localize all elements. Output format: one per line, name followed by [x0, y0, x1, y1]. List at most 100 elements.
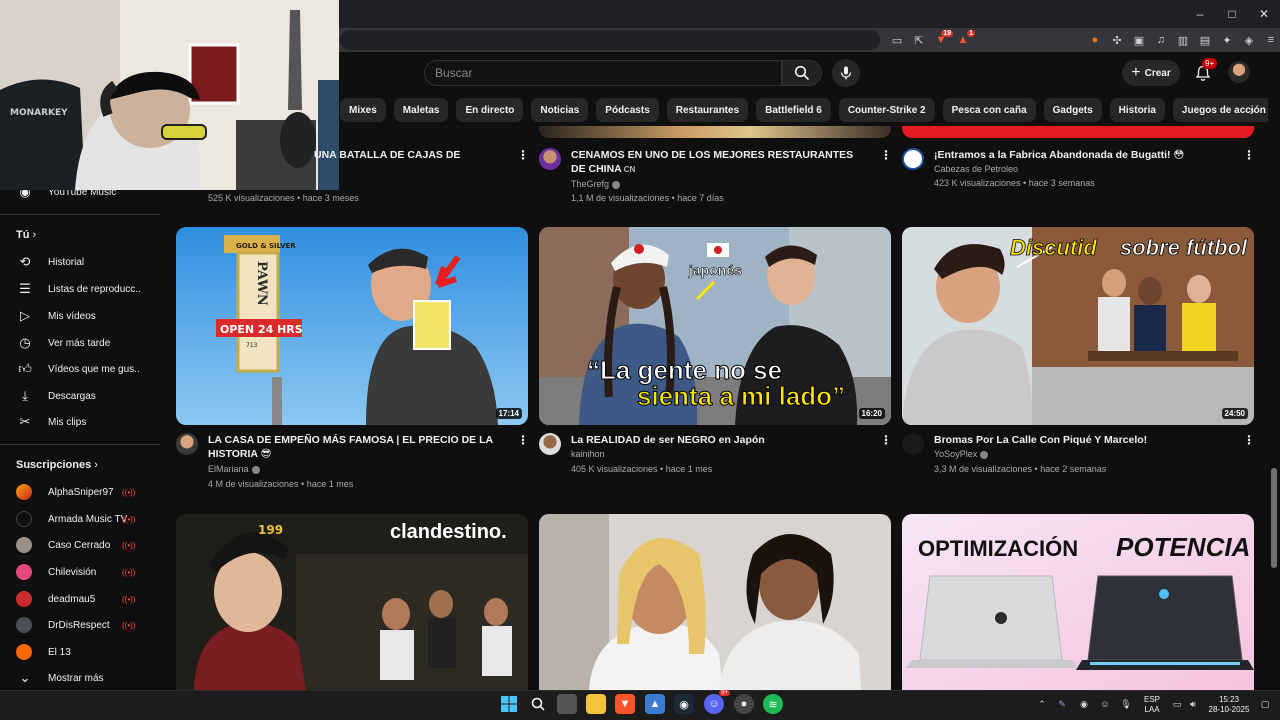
screenshot-icon[interactable]: ▣ — [1130, 31, 1148, 49]
notification-center-icon[interactable]: ▢ — [1258, 698, 1272, 710]
obs-icon[interactable]: ● — [734, 694, 754, 714]
more-options-icon[interactable]: ⋮ — [880, 433, 892, 447]
minimize-button[interactable]: – — [1184, 0, 1216, 28]
brave-browser-icon[interactable]: ▼ — [615, 694, 635, 714]
video-title[interactable]: La REALIDAD de ser NEGRO en Japón — [571, 433, 861, 447]
cast-icon[interactable]: ▭ — [888, 31, 906, 49]
video-thumbnail[interactable] — [902, 126, 1254, 138]
create-button[interactable]: + Crear — [1122, 60, 1180, 86]
video-title[interactable]: UNA BATALLA DE CAJAS DE — [314, 148, 484, 162]
more-options-icon[interactable]: ⋮ — [517, 433, 529, 447]
scrollbar[interactable] — [1268, 94, 1280, 690]
channel-avatar[interactable] — [902, 433, 924, 455]
sidebar-subscription[interactable]: Caso Cerrado ((•)) — [0, 533, 160, 557]
scrollbar-thumb[interactable] — [1271, 468, 1277, 568]
chip[interactable]: Restaurantes — [666, 98, 749, 122]
chip[interactable]: Maletas — [393, 98, 449, 122]
chip[interactable]: Mixes — [340, 98, 386, 122]
channel-name[interactable]: ElMariana — [208, 464, 260, 474]
search-button[interactable] — [782, 60, 822, 86]
address-bar[interactable] — [340, 30, 880, 50]
video-thumbnail[interactable] — [539, 126, 891, 138]
sidebar-subscription[interactable]: DrDisRespect ((•)) — [0, 613, 160, 637]
sidebar-subscription[interactable]: Armada Music TV ((•)) — [0, 507, 160, 531]
channel-avatar[interactable] — [539, 148, 561, 170]
more-options-icon[interactable]: ⋮ — [1243, 148, 1255, 162]
chip[interactable]: Noticias — [531, 98, 589, 122]
sidebar-subscriptions-heading[interactable]: Suscripciones › — [0, 453, 160, 477]
sidebar-item-playlists[interactable]: ☰ Listas de reproducc... — [0, 277, 160, 301]
menu-icon[interactable]: ≡ — [1262, 31, 1280, 49]
language-indicator[interactable]: ESP LAA — [1140, 695, 1164, 715]
clock[interactable]: 15:23 28-10-2025 — [1206, 695, 1252, 715]
video-thumbnail[interactable]: japonés “La gente no se sienta a mi lado… — [539, 227, 891, 425]
video-title[interactable]: LA CASA DE EMPEÑO MÁS FAMOSA | EL PRECIO… — [208, 433, 498, 461]
brave-rewards-icon[interactable]: ▲ 1 — [954, 30, 975, 49]
channel-name[interactable]: kainihon — [571, 449, 605, 459]
channel-avatar[interactable] — [176, 433, 198, 455]
steam-icon[interactable]: ◉ — [674, 694, 694, 714]
chevron-right-icon[interactable]: › — [1242, 100, 1262, 120]
sidebar-item-downloads[interactable]: ⤓ Descargas — [0, 384, 160, 408]
channel-name[interactable]: TheGrefg — [571, 179, 621, 189]
close-button[interactable]: ✕ — [1248, 0, 1280, 28]
video-title[interactable]: CENAMOS EN UNO DE LOS MEJORES RESTAURANT… — [571, 148, 861, 177]
file-explorer-icon[interactable] — [586, 694, 606, 714]
channel-avatar[interactable] — [902, 148, 924, 170]
extensions-icon[interactable]: ✣ — [1108, 31, 1126, 49]
maximize-button[interactable]: □ — [1216, 0, 1248, 28]
search-input[interactable]: Buscar — [424, 60, 782, 86]
chip[interactable]: En directo — [456, 98, 524, 122]
channel-avatar[interactable] — [539, 433, 561, 455]
video-thumbnail[interactable]: OPTIMIZACIÓN POTENCIA — [902, 514, 1254, 690]
steam-tray-icon[interactable]: ◉ — [1077, 698, 1091, 710]
vpn-icon[interactable]: ◈ — [1240, 31, 1258, 49]
sidebar-toggle-icon[interactable]: ▥ — [1174, 31, 1192, 49]
sidebar-subscription[interactable]: AlphaSniper97 ((•)) — [0, 480, 160, 504]
sidebar-you-heading[interactable]: Tú › — [0, 223, 160, 247]
channel-name[interactable]: YoSoyPlex — [934, 449, 989, 459]
spotify-icon[interactable]: ≋ — [763, 694, 783, 714]
chip[interactable]: Pódcasts — [596, 98, 659, 122]
video-thumbnail[interactable] — [539, 514, 891, 690]
more-options-icon[interactable]: ⋮ — [517, 148, 529, 162]
video-title[interactable]: Bromas Por La Calle Con Piqué Y Marcelo! — [934, 433, 1224, 447]
chip[interactable]: Historia — [1109, 98, 1165, 122]
video-thumbnail[interactable]: GOLD & SILVER PAWN OPEN 24 HRS 713 17:14 — [176, 227, 528, 425]
chip[interactable]: Gadgets — [1043, 98, 1102, 122]
tray-app-icon[interactable]: ✎ — [1055, 698, 1069, 710]
brave-shields-icon[interactable]: ▼ 19 — [932, 30, 953, 49]
sidebar-item-history[interactable]: ⟲ Historial — [0, 250, 160, 274]
more-options-icon[interactable]: ⋮ — [1243, 433, 1255, 447]
network-icon[interactable]: ▭ — [1170, 698, 1184, 710]
media-icon[interactable]: ♫ — [1152, 31, 1170, 49]
video-title[interactable]: ¡Entramos a la Fabrica Abandonada de Bug… — [934, 148, 1224, 162]
chip[interactable]: Battlefield 6 — [756, 98, 831, 122]
more-options-icon[interactable]: ⋮ — [880, 148, 892, 162]
leo-ai-icon[interactable]: ✦ — [1218, 31, 1236, 49]
sidebar-item-liked[interactable]: 👍︎ Vídeos que me gus... — [0, 357, 160, 381]
task-view-icon[interactable] — [557, 694, 577, 714]
sidebar-subscription[interactable]: deadmau5 ((•)) — [0, 587, 160, 611]
video-thumbnail[interactable]: 199 clandestino. — [176, 514, 528, 690]
chip[interactable]: Pesca con caña — [942, 98, 1036, 122]
photos-icon[interactable]: ▲ — [645, 694, 665, 714]
wallet-icon[interactable]: ▤ — [1196, 31, 1214, 49]
discord-icon[interactable]: ☺ 9+ — [704, 690, 730, 714]
video-thumbnail[interactable]: Discutid sobre fútbol 24:50 — [902, 227, 1254, 425]
search-icon[interactable] — [528, 694, 548, 714]
extension-flame-icon[interactable]: ● — [1086, 31, 1104, 49]
sidebar-subscription[interactable]: El 13 — [0, 640, 160, 664]
chevron-up-icon[interactable]: ⌃ — [1035, 698, 1049, 710]
chip[interactable]: Counter-Strike 2 — [838, 98, 935, 122]
share-icon[interactable]: ⇱ — [910, 31, 928, 49]
windows-start-icon[interactable] — [499, 694, 519, 714]
volume-icon[interactable]: 🔊︎ — [1186, 698, 1200, 710]
sidebar-item-your-videos[interactable]: ▷ Mis vídeos — [0, 304, 160, 328]
discord-tray-icon[interactable]: ☺ — [1098, 698, 1112, 710]
account-avatar[interactable] — [1228, 61, 1250, 83]
sidebar-item-watch-later[interactable]: ◷ Ver más tarde — [0, 331, 160, 355]
sidebar-subscription[interactable]: Chilevisión ((•)) — [0, 560, 160, 584]
sidebar-show-more[interactable]: ⌄ Mostrar más — [0, 666, 160, 690]
mic-tray-icon[interactable]: 🎙︎ — [1119, 698, 1133, 710]
